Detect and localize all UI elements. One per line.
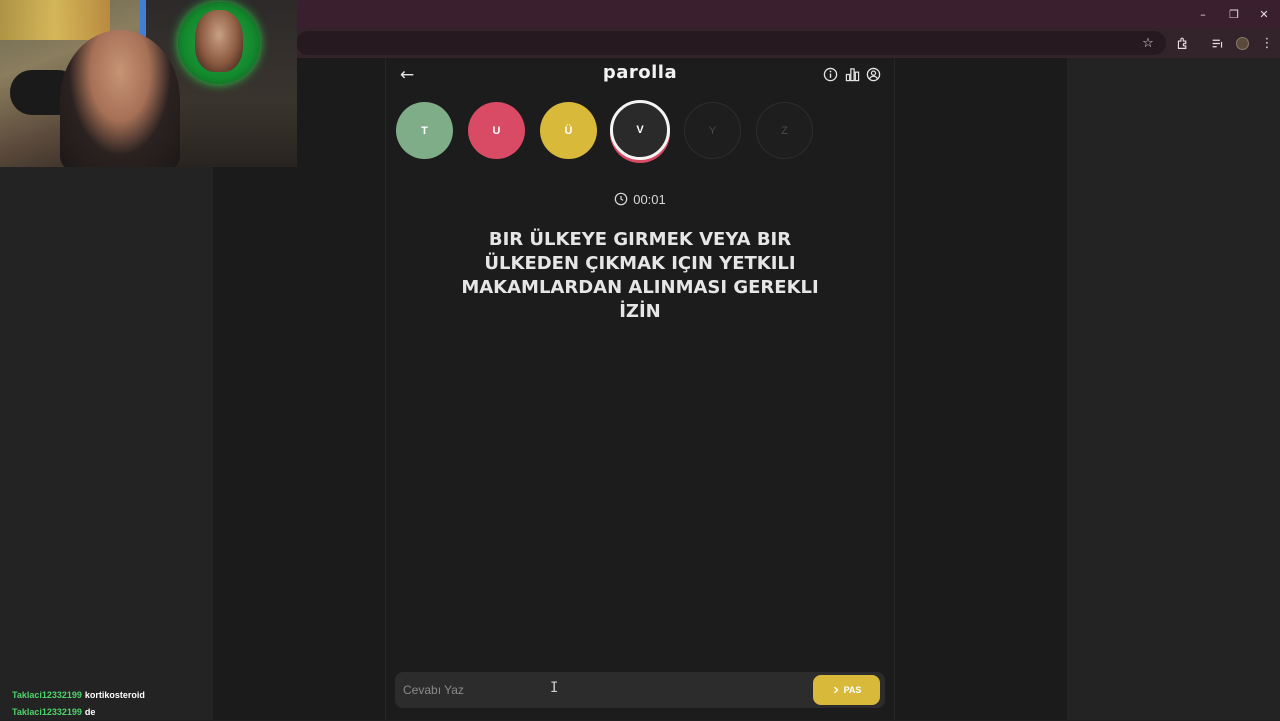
menu-icon[interactable]: ⋮ (1256, 32, 1278, 54)
close-window-button[interactable]: ✕ (1249, 0, 1279, 28)
chat-text: de (84, 707, 96, 717)
extensions-icon[interactable] (1171, 32, 1193, 54)
webcam-overlay (0, 0, 297, 167)
restore-button[interactable]: ❐ (1219, 0, 1249, 28)
chat-message: Taklaci12332199 de (12, 704, 145, 721)
brand-logo[interactable]: parolla (540, 62, 740, 88)
address-bar[interactable] (296, 31, 1166, 55)
minimize-button[interactable]: – (1188, 0, 1218, 28)
profile-icon[interactable] (1231, 32, 1253, 54)
letter-circle: T (396, 102, 453, 159)
pass-button[interactable]: PAS (813, 675, 880, 705)
chat-text: kortikosteroid (84, 690, 145, 700)
text-cursor-icon: I (550, 680, 559, 696)
chevron-right-icon (833, 686, 839, 694)
chat-username: Taklaci12332199 (12, 707, 82, 717)
chat-username: Taklaci12332199 (12, 690, 82, 700)
letter-circle: Y (684, 102, 741, 159)
clock-icon (614, 192, 628, 206)
pass-button-label: PAS (843, 685, 862, 695)
right-column (1067, 58, 1280, 720)
letter-circle: Ü (540, 102, 597, 159)
webcam-window-light (0, 0, 110, 40)
streamer (60, 30, 180, 167)
letter-circle: U (468, 102, 525, 159)
info-icon[interactable] (822, 66, 839, 83)
user-icon[interactable] (865, 66, 882, 83)
chat-overlay: Taklaci12332199 kortikosteroid Taklaci123… (12, 687, 145, 721)
media-icon[interactable] (1206, 32, 1228, 54)
timer-value: 00:01 (633, 191, 666, 207)
streamer-logo-face (195, 10, 243, 72)
star-icon[interactable]: ☆ (1137, 32, 1159, 54)
back-arrow-icon[interactable]: ← (397, 64, 417, 86)
active-letter-circle: V (610, 100, 670, 160)
timer: 00:01 (600, 189, 680, 209)
question-text: BIR ÜLKEYE GIRMEK VEYA BIR ÜLKEDEN ÇIKMA… (461, 229, 819, 322)
letter-circle: Z (756, 102, 813, 159)
answer-input[interactable] (403, 678, 803, 702)
stats-icon[interactable] (844, 66, 861, 83)
chat-message: Taklaci12332199 kortikosteroid (12, 687, 145, 704)
